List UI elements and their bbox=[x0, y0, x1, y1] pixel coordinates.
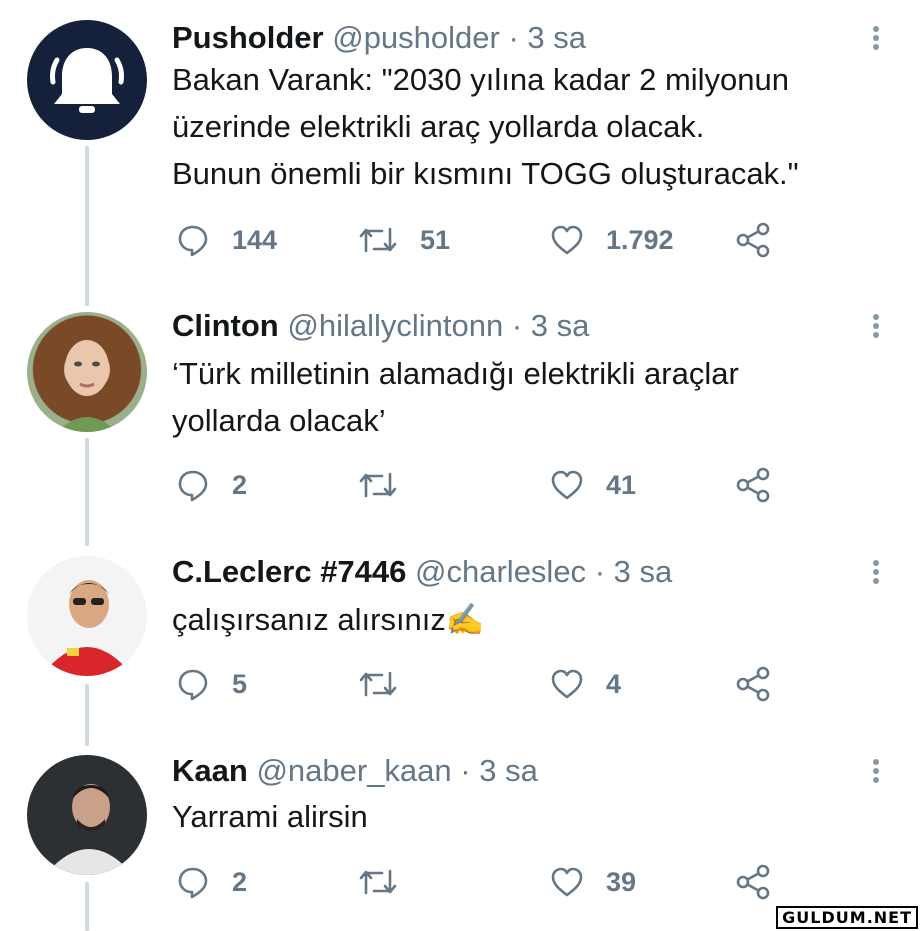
retweet-icon bbox=[359, 472, 397, 498]
bell-icon bbox=[50, 48, 124, 113]
driver-icon bbox=[41, 580, 133, 676]
reply-icon bbox=[178, 225, 208, 257]
tweet-text: ‘Türk milletinin alamadığı elektrikli ar… bbox=[172, 350, 739, 444]
tweet-text: çalışırsanız alırsınız✍️ bbox=[172, 596, 485, 643]
handle[interactable]: @pusholder bbox=[332, 20, 500, 55]
share-button[interactable] bbox=[735, 220, 771, 260]
tweet-text: Yarrami alirsin bbox=[172, 793, 368, 840]
display-name[interactable]: Clinton bbox=[172, 308, 279, 343]
retweet-count: 51 bbox=[420, 224, 451, 255]
action-bar: 2 41 bbox=[0, 465, 922, 505]
share-button[interactable] bbox=[735, 862, 771, 902]
like-button[interactable]: 1.792 bbox=[550, 220, 674, 260]
like-button[interactable]: 39 bbox=[550, 862, 636, 902]
tweet-text-line: Yarrami alirsin bbox=[172, 799, 368, 834]
more-options-icon[interactable] bbox=[866, 20, 886, 56]
tweet-header: Kaan @naber_kaan · 3 sa bbox=[172, 751, 538, 791]
retweet-button[interactable] bbox=[358, 465, 420, 505]
handle[interactable]: @charleslec bbox=[415, 554, 586, 589]
timestamp[interactable]: · 3 sa bbox=[595, 554, 673, 589]
timestamp[interactable]: · 3 sa bbox=[512, 308, 590, 343]
reply-icon bbox=[178, 867, 208, 899]
tweet-header: Pusholder @pusholder · 3 sa bbox=[172, 18, 586, 58]
like-count: 41 bbox=[606, 469, 637, 500]
retweet-icon bbox=[359, 869, 397, 895]
tweet-text-line: Bakan Varank: "2030 yılına kadar 2 milyo… bbox=[172, 62, 790, 97]
action-bar: 2 39 bbox=[0, 862, 922, 902]
like-count: 1.792 bbox=[606, 224, 674, 255]
like-count: 4 bbox=[606, 668, 622, 699]
more-options-icon[interactable] bbox=[866, 308, 886, 344]
share-button[interactable] bbox=[735, 664, 771, 704]
share-icon bbox=[736, 467, 770, 503]
face-icon bbox=[57, 340, 117, 432]
watermark: GULDUM.NET bbox=[776, 906, 918, 929]
avatar[interactable] bbox=[27, 755, 147, 875]
reply-count: 144 bbox=[232, 224, 278, 255]
reply-button[interactable]: 2 bbox=[176, 465, 247, 505]
reply-button[interactable]: 5 bbox=[176, 664, 247, 704]
tweet-header: C.Leclerc #7446 @charleslec · 3 sa bbox=[172, 552, 672, 592]
heart-icon bbox=[551, 669, 583, 699]
tweet-text-line: Bunun önemli bir kısmını TOGG oluşturaca… bbox=[172, 156, 799, 191]
reply-button[interactable]: 2 bbox=[176, 862, 247, 902]
reply-button[interactable]: 144 bbox=[176, 220, 277, 260]
reply-count: 5 bbox=[232, 668, 248, 699]
reply-count: 2 bbox=[232, 866, 248, 897]
reply-icon bbox=[178, 669, 208, 701]
timestamp[interactable]: · 3 sa bbox=[508, 20, 586, 55]
man-icon bbox=[45, 784, 133, 875]
tweet-text-line: yollarda olacak’ bbox=[172, 403, 386, 438]
avatar[interactable] bbox=[27, 312, 147, 432]
like-count: 39 bbox=[606, 866, 637, 897]
share-icon bbox=[736, 666, 770, 702]
tweet-header: Clinton @hilallyclintonn · 3 sa bbox=[172, 306, 589, 346]
share-icon bbox=[736, 222, 770, 258]
heart-icon bbox=[551, 470, 583, 500]
more-options-icon[interactable] bbox=[866, 554, 886, 590]
action-bar: 144 51 1.792 bbox=[0, 220, 922, 260]
reply-count: 2 bbox=[232, 469, 248, 500]
avatar[interactable] bbox=[27, 556, 147, 676]
share-icon bbox=[736, 864, 770, 900]
action-bar: 5 4 bbox=[0, 664, 922, 704]
like-button[interactable]: 4 bbox=[550, 664, 621, 704]
reply-icon bbox=[178, 470, 208, 502]
tweet-text-line: ‘Türk milletinin alamadığı elektrikli ar… bbox=[172, 356, 739, 391]
avatar[interactable] bbox=[27, 20, 147, 140]
share-button[interactable] bbox=[735, 465, 771, 505]
display-name[interactable]: Pusholder bbox=[172, 20, 324, 55]
tweet-text-line: çalışırsanız alırsınız✍️ bbox=[172, 602, 485, 637]
heart-icon bbox=[551, 225, 583, 255]
display-name[interactable]: Kaan bbox=[172, 753, 248, 788]
handle[interactable]: @hilallyclintonn bbox=[287, 308, 503, 343]
retweet-button[interactable]: 51 bbox=[358, 220, 450, 260]
display-name[interactable]: C.Leclerc #7446 bbox=[172, 554, 406, 589]
handle[interactable]: @naber_kaan bbox=[256, 753, 451, 788]
retweet-icon bbox=[359, 227, 397, 253]
tweet-text: Bakan Varank: "2030 yılına kadar 2 milyo… bbox=[172, 56, 799, 197]
retweet-button[interactable] bbox=[358, 664, 420, 704]
retweet-button[interactable] bbox=[358, 862, 420, 902]
timestamp[interactable]: · 3 sa bbox=[460, 753, 538, 788]
heart-icon bbox=[551, 867, 583, 897]
like-button[interactable]: 41 bbox=[550, 465, 636, 505]
tweet-text-line: üzerinde elektrikli araç yollarda olacak… bbox=[172, 109, 705, 144]
retweet-icon bbox=[359, 671, 397, 697]
more-options-icon[interactable] bbox=[866, 753, 886, 789]
